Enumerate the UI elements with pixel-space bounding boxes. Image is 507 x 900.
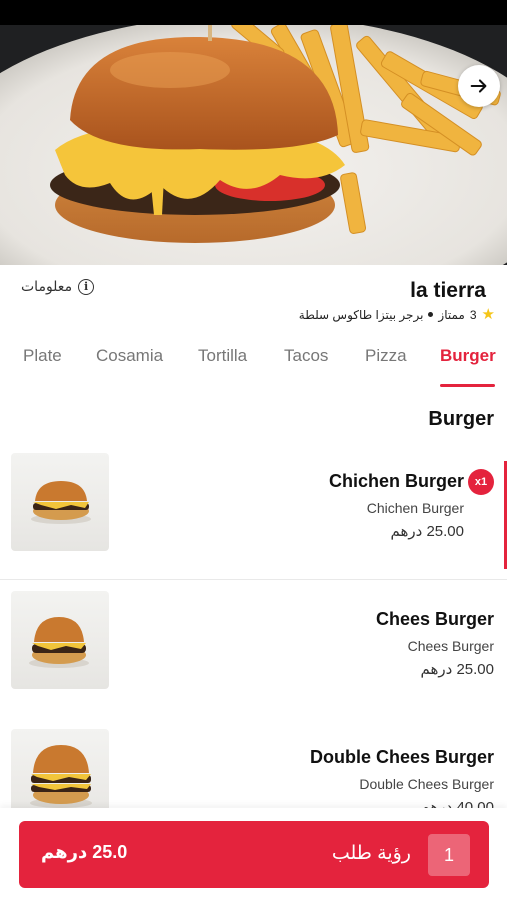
forward-button[interactable] (458, 65, 500, 107)
tab-tacos[interactable]: Tacos (284, 346, 328, 366)
rating-value: 3 (469, 307, 477, 322)
menu-item[interactable]: Chees Burger Chees Burger 25.00 درهم (0, 591, 507, 701)
item-image (11, 453, 109, 551)
tab-cosamia[interactable]: Cosamia (96, 346, 163, 366)
tab-burger[interactable]: Burger (440, 346, 496, 366)
status-bar (0, 0, 507, 25)
item-price: 25.00 درهم (420, 661, 494, 678)
view-order-button[interactable]: 1 رؤية طلب 25.0 درهم (19, 821, 489, 888)
item-image (11, 591, 109, 689)
item-name: Chees Burger (375, 609, 494, 629)
item-name: Double Chees Burger (309, 747, 494, 767)
item-description: Chees Burger (407, 638, 494, 654)
cart-total: 25.0 درهم (41, 842, 128, 862)
info-icon: i (78, 278, 95, 295)
tab-plate[interactable]: Plate (23, 346, 62, 366)
item-price: 25.00 درهم (390, 523, 464, 540)
hero-image (0, 25, 507, 265)
tab-pizza[interactable]: Pizza (365, 346, 407, 366)
info-link[interactable]: معلومات i (21, 278, 95, 295)
separator-dot (428, 312, 434, 317)
item-description: Chichen Burger (366, 500, 464, 516)
cart-bar: 1 رؤية طلب 25.0 درهم (0, 808, 507, 900)
section-title: Burger (428, 408, 494, 430)
rating-text: ممتاز (438, 307, 465, 322)
category-tabs: Plate Cosamia Tortilla Tacos Pizza Burge… (0, 338, 507, 388)
active-tab-indicator (440, 384, 495, 387)
menu-item[interactable]: Chichen Burger x1 Chichen Burger 25.00 د… (0, 453, 507, 569)
item-name: Chichen Burger (328, 471, 464, 491)
view-order-label: رؤية طلب (331, 843, 411, 864)
divider (0, 579, 507, 580)
arrow-right-icon (470, 79, 487, 93)
star-icon: ★ (481, 306, 495, 323)
restaurant-info: معلومات i la tierra ★ 3 ممتاز برجر بيتزا… (0, 265, 507, 335)
restaurant-meta: ★ 3 ممتاز برجر بيتزا طاكوس سلطة (299, 307, 495, 322)
cart-count: 1 (428, 834, 470, 876)
info-label: معلومات (21, 278, 73, 294)
restaurant-name: la tierra (410, 279, 486, 302)
item-description: Double Chees Burger (359, 776, 494, 792)
quantity-badge: x1 (468, 469, 494, 495)
tab-tortilla[interactable]: Tortilla (198, 346, 247, 366)
restaurant-categories: برجر بيتزا طاكوس سلطة (298, 307, 424, 322)
